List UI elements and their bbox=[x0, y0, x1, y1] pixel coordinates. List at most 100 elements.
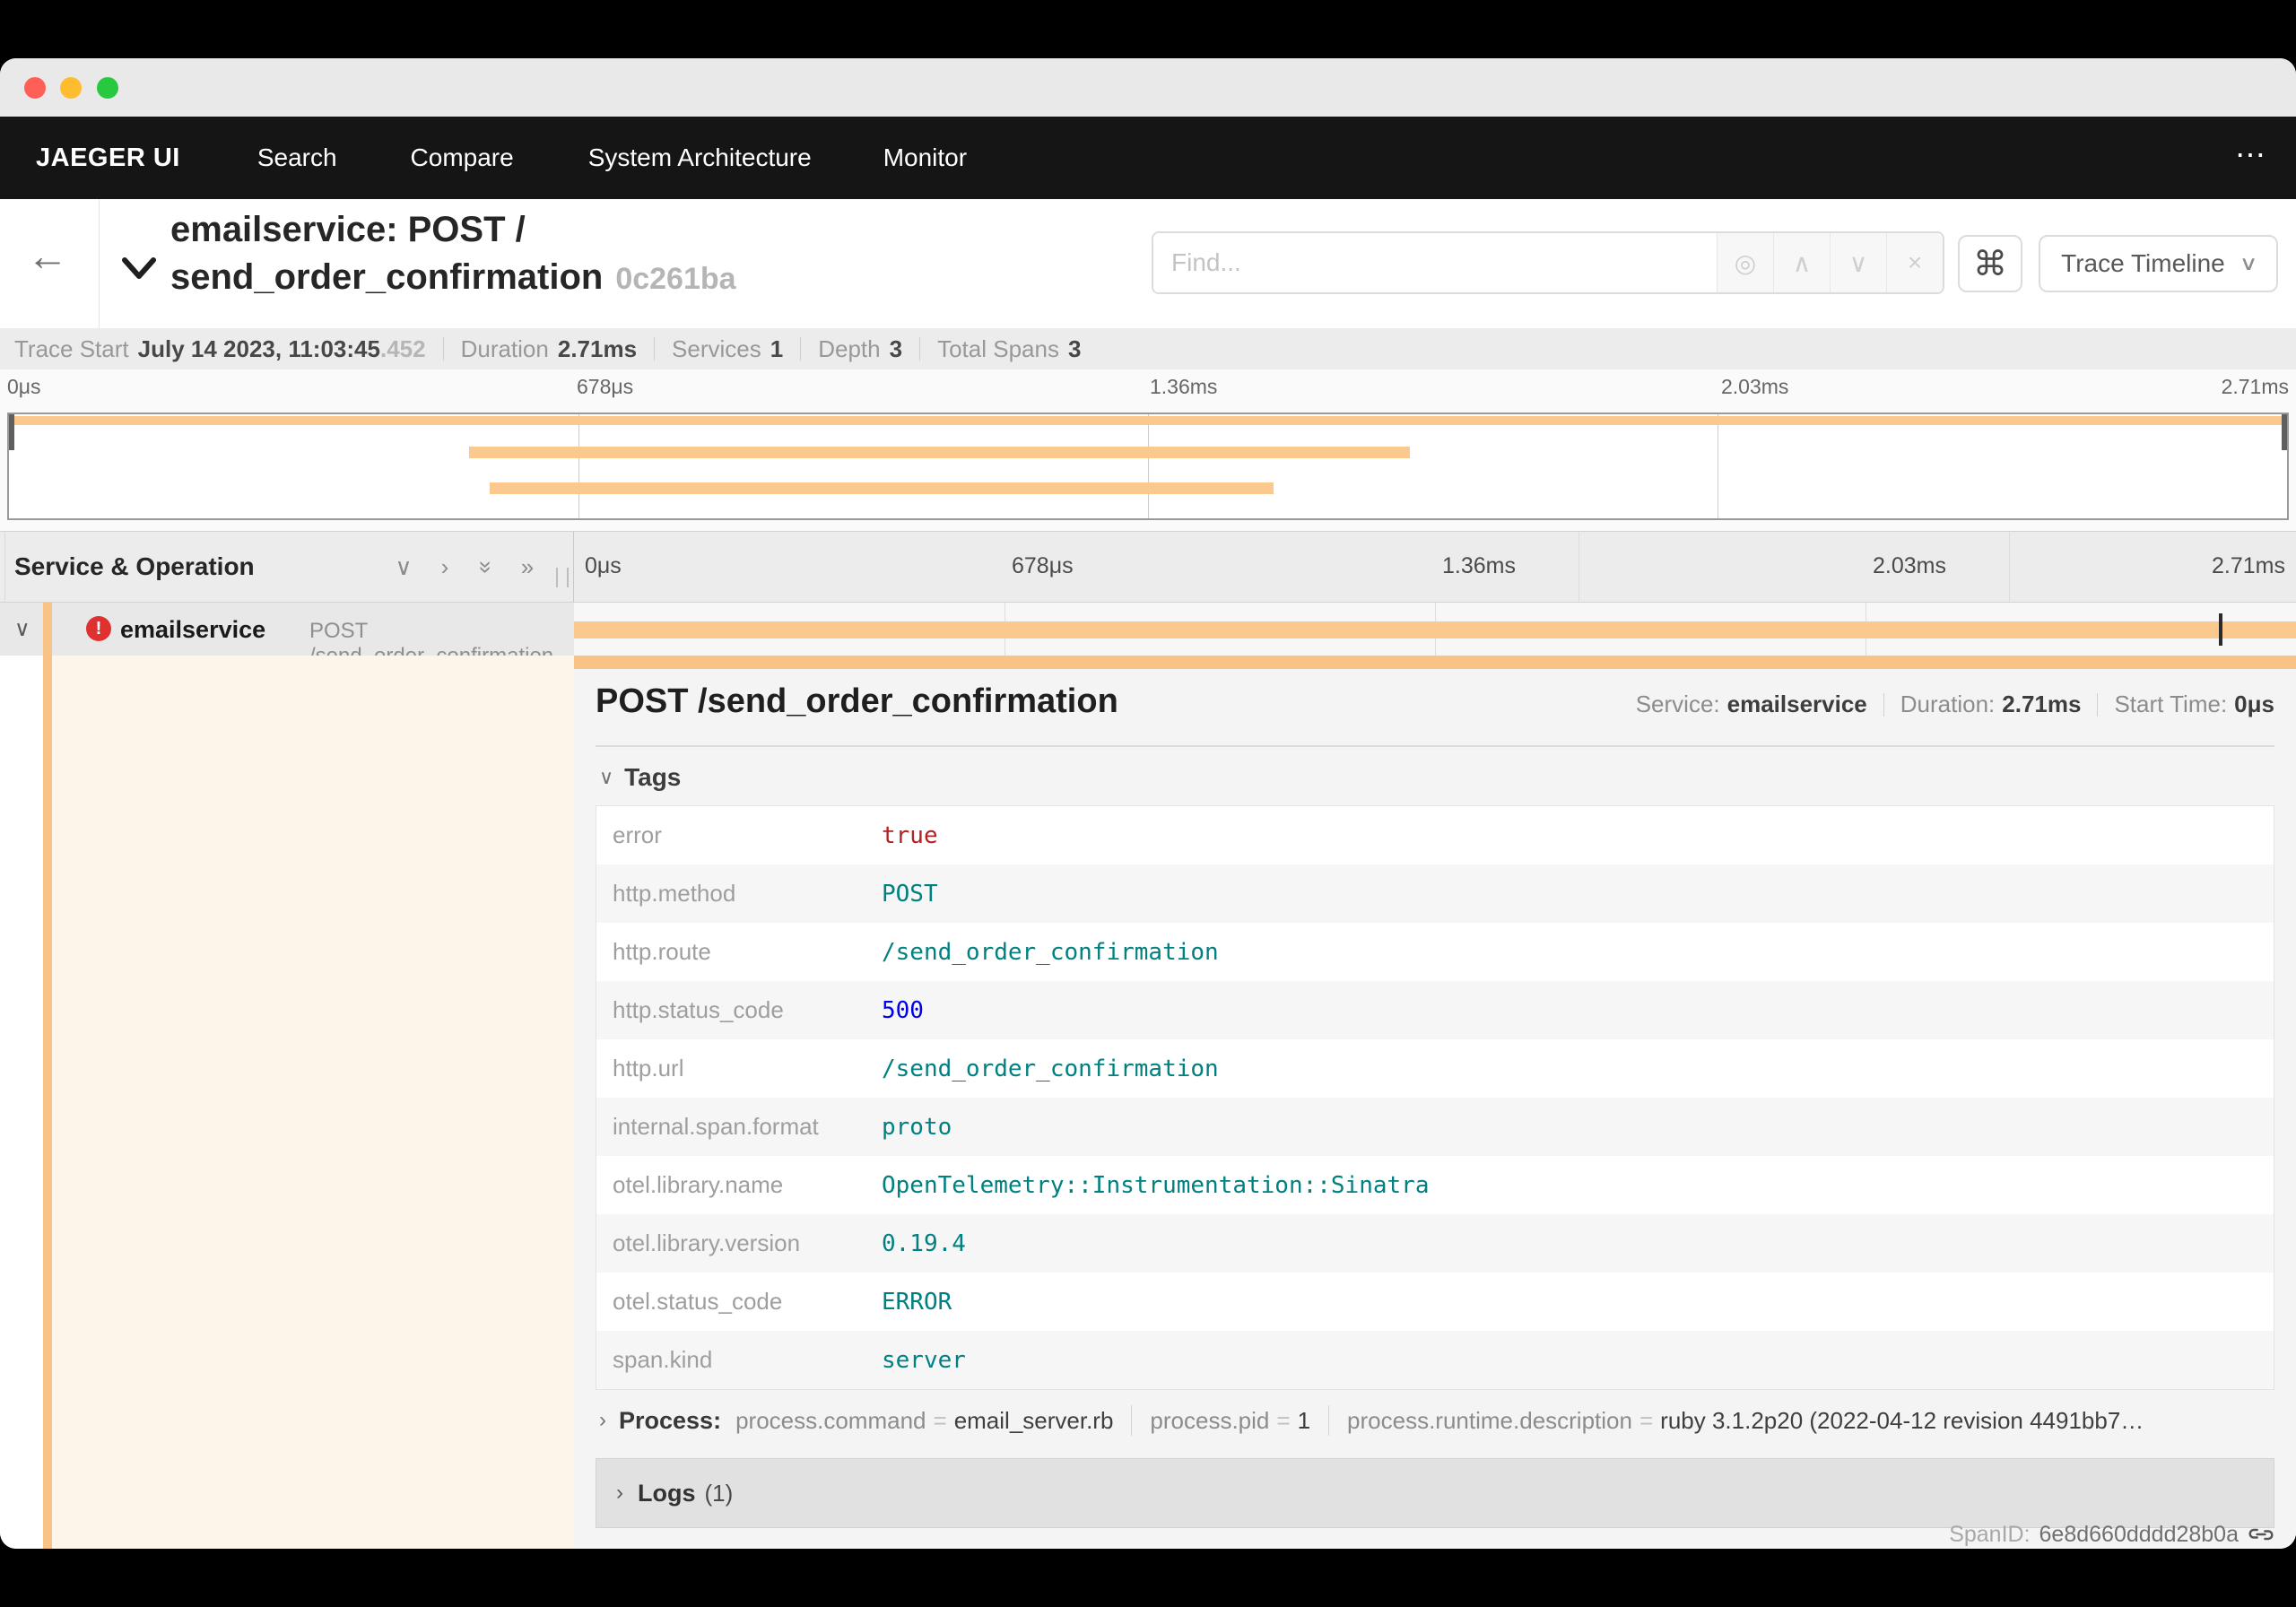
tag-row: otel.status_code ERROR bbox=[613, 1288, 952, 1316]
minimap-canvas[interactable] bbox=[7, 413, 2289, 520]
trace-minimap: 0μs 678μs 1.36ms 2.03ms 2.71ms bbox=[0, 369, 2296, 531]
nav-item-system-architecture[interactable]: System Architecture bbox=[588, 143, 812, 172]
tick-label: 0μs bbox=[7, 375, 41, 398]
find-next-icon[interactable]: ∨ bbox=[1830, 233, 1886, 292]
expand-all-icon[interactable]: » bbox=[511, 532, 544, 602]
divider bbox=[654, 337, 656, 360]
nav-item-compare[interactable]: Compare bbox=[411, 143, 514, 172]
span-detail-row: POST /send_order_confirmation Service: e… bbox=[0, 656, 2296, 1549]
collapse-all-icon[interactable]: » bbox=[470, 532, 502, 602]
top-nav: JAEGER UI Search Compare System Architec… bbox=[0, 117, 2296, 199]
deep-link-icon[interactable] bbox=[2242, 1516, 2280, 1549]
error-icon: ! bbox=[86, 616, 111, 641]
divider bbox=[1131, 1405, 1133, 1436]
tags-section-header[interactable]: ∨ Tags bbox=[599, 763, 681, 792]
stat-trace-start: Trace Start July 14 2023, 11:03:45.452 bbox=[14, 334, 426, 362]
minimap-span-bar bbox=[469, 447, 1411, 458]
tags-table: error true http.method POST http.route/sen… bbox=[596, 805, 2274, 1390]
traffic-light-close-button[interactable] bbox=[24, 77, 46, 99]
logs-section-header[interactable]: › Logs (1) bbox=[596, 1458, 2274, 1528]
chevron-down-icon: ∨ bbox=[599, 766, 614, 788]
keyboard-shortcuts-button[interactable]: ⌘ bbox=[1958, 235, 2022, 292]
nav-item-search[interactable]: Search bbox=[257, 143, 337, 172]
timeline-ticks-header: 0μs 678μs 1.36ms 2.03ms 2.71ms bbox=[574, 532, 2296, 602]
collapse-one-icon[interactable]: ∨ bbox=[387, 532, 420, 602]
stat-duration: Duration 2.71ms bbox=[460, 334, 638, 362]
app-window: JAEGER UI Search Compare System Architec… bbox=[0, 58, 2296, 1549]
span-row-emailservice[interactable]: ∨ ! emailservice POST /send_order_confir… bbox=[0, 603, 2296, 668]
screenshot: JAEGER UI Search Compare System Architec… bbox=[0, 0, 2296, 1607]
minimap-tick-labels: 0μs 678μs 1.36ms 2.03ms 2.71ms bbox=[0, 375, 2296, 404]
find-prev-icon[interactable]: ∧ bbox=[1773, 233, 1830, 292]
back-arrow-icon[interactable]: ← bbox=[27, 235, 68, 276]
trace-title-line2: send_order_confirmation 0c261ba bbox=[170, 257, 736, 297]
stat-services: Services 1 bbox=[672, 334, 784, 362]
divider bbox=[919, 337, 921, 360]
trace-title: emailservice: POST / send_order_confirma… bbox=[170, 206, 736, 303]
divider bbox=[596, 745, 2274, 747]
tag-row: span.kind server bbox=[596, 1331, 2274, 1389]
span-detail-meta: Service: emailservice Duration: 2.71ms S… bbox=[1635, 691, 2274, 717]
tag-row: http.url/send_order_confirmation bbox=[613, 1055, 1219, 1082]
divider bbox=[800, 337, 802, 360]
tag-row: http.method POST bbox=[596, 864, 2274, 923]
span-log-marker[interactable] bbox=[2218, 613, 2222, 646]
app-brand[interactable]: JAEGER UI bbox=[36, 143, 180, 173]
nav-overflow-icon[interactable]: ⋯ bbox=[2235, 137, 2267, 173]
tick-label: 1.36ms bbox=[1442, 553, 1516, 578]
minimap-span-bar bbox=[9, 416, 2287, 425]
detail-left-gutter bbox=[52, 656, 574, 1549]
gridline bbox=[1578, 532, 1579, 602]
find-bar: ◎ ∧ ∨ × bbox=[1152, 231, 1944, 294]
tick-label: 678μs bbox=[577, 375, 634, 398]
process-section-header[interactable]: › Process: process.command = email_serve… bbox=[599, 1405, 2271, 1436]
find-locate-icon[interactable]: ◎ bbox=[1717, 233, 1773, 292]
span-row-name-cell[interactable]: ∨ ! emailservice POST /send_order_confir… bbox=[0, 603, 574, 668]
span-duration-bar[interactable] bbox=[574, 621, 2296, 638]
tag-row: http.status_code 500 bbox=[596, 981, 2274, 1039]
service-name[interactable]: emailservice bbox=[120, 616, 265, 644]
tick-label: 2.03ms bbox=[1873, 553, 1946, 578]
back-column: ← bbox=[0, 199, 100, 328]
span-detail-panel: POST /send_order_confirmation Service: e… bbox=[574, 656, 2296, 1549]
service-operation-title: Service & Operation bbox=[14, 552, 255, 580]
divider bbox=[1328, 1405, 1330, 1436]
traffic-light-minimize-button[interactable] bbox=[60, 77, 82, 99]
tag-row: http.route/send_order_confirmation bbox=[613, 938, 1219, 966]
minimap-span-bar bbox=[489, 482, 1274, 494]
tick-label: 0μs bbox=[585, 553, 622, 578]
span-detail-title: POST /send_order_confirmation bbox=[596, 682, 1118, 720]
find-input[interactable] bbox=[1153, 233, 1717, 292]
tick-label: 2.03ms bbox=[1721, 375, 1789, 398]
column-resize-grip[interactable] bbox=[556, 568, 569, 587]
nav-item-monitor[interactable]: Monitor bbox=[883, 143, 967, 172]
span-row-timeline-cell[interactable] bbox=[574, 603, 2296, 656]
trace-page-header: ← emailservice: POST / send_order_confir… bbox=[0, 199, 2296, 328]
chevron-down-icon: ∨ bbox=[2239, 252, 2258, 274]
tick-label: 2.71ms bbox=[2221, 375, 2289, 398]
divider bbox=[2097, 692, 2099, 717]
span-collapse-chevron-icon[interactable]: ∨ bbox=[14, 616, 30, 642]
trace-collapse-chevron-icon[interactable] bbox=[119, 255, 159, 282]
minimap-right-drag-handle[interactable] bbox=[2282, 414, 2287, 450]
trace-title-line1: emailservice: POST / bbox=[170, 210, 526, 249]
tick-label: 1.36ms bbox=[1150, 375, 1218, 398]
gridline bbox=[2009, 532, 2010, 602]
divider bbox=[1883, 692, 1884, 717]
tag-row: otel.library.name OpenTelemetry::Instrume… bbox=[613, 1171, 1430, 1199]
divider bbox=[442, 337, 444, 360]
service-color-strip bbox=[43, 656, 52, 1549]
tag-row: internal.span.format proto bbox=[596, 1098, 2274, 1156]
expand-one-icon[interactable]: › bbox=[429, 532, 461, 602]
minimap-left-drag-handle[interactable] bbox=[9, 414, 14, 450]
command-icon: ⌘ bbox=[1973, 245, 2007, 283]
trace-view-selector[interactable]: Trace Timeline ∨ bbox=[2039, 235, 2278, 292]
timeline-header-row: Service & Operation ∨ › » » 0μs 678μs 1.… bbox=[0, 531, 2296, 603]
stat-total-spans: Total Spans 3 bbox=[937, 334, 1082, 362]
service-operation-header: Service & Operation ∨ › » » bbox=[0, 532, 574, 602]
service-color-strip bbox=[43, 603, 52, 656]
stat-depth: Depth 3 bbox=[818, 334, 903, 362]
traffic-light-zoom-button[interactable] bbox=[97, 77, 118, 99]
trace-stats-bar: Trace Start July 14 2023, 11:03:45.452 D… bbox=[0, 328, 2296, 369]
find-clear-icon[interactable]: × bbox=[1886, 233, 1943, 292]
